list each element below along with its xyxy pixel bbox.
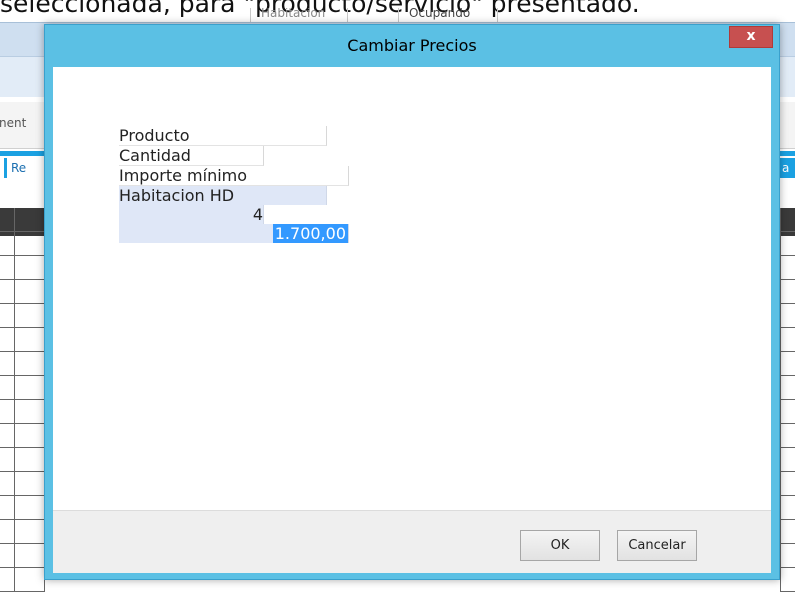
column-header-importe-minimo[interactable]: Importe mínimo (119, 166, 349, 186)
cell-producto[interactable]: Habitacion HD (119, 186, 327, 205)
cambiar-precios-dialog: Cambiar Precios x Producto Cantidad Impo… (44, 24, 780, 580)
cell-importe-minimo[interactable]: 1.700,00 (119, 224, 349, 243)
dialog-titlebar[interactable]: Cambiar Precios x (45, 25, 779, 67)
dialog-title: Cambiar Precios (347, 36, 477, 55)
background-left-text: nent (0, 116, 27, 130)
background-left-tab[interactable]: Re (4, 158, 40, 178)
background-header-habitacion: Habitacion (250, 8, 348, 22)
column-header-cantidad[interactable]: Cantidad (119, 146, 264, 166)
importe-minimo-editor[interactable]: 1.700,00 (272, 224, 348, 243)
dialog-client-area: Producto Cantidad Importe mínimo Habitac… (53, 67, 771, 573)
background-grid-left (0, 208, 45, 592)
dialog-button-bar: OK Cancelar (53, 510, 771, 573)
column-header-producto[interactable]: Producto (119, 126, 327, 146)
background-right-tab[interactable]: a (779, 158, 795, 178)
background-grid-right (780, 208, 795, 592)
prices-grid: Producto Cantidad Importe mínimo Habitac… (119, 126, 699, 243)
close-button[interactable]: x (729, 26, 773, 48)
ok-button[interactable]: OK (520, 530, 600, 561)
background-header-ocupando: Ocupando (398, 8, 498, 22)
cell-cantidad[interactable]: 4 (119, 205, 264, 224)
cancel-button[interactable]: Cancelar (617, 530, 697, 561)
close-icon: x (746, 28, 756, 44)
